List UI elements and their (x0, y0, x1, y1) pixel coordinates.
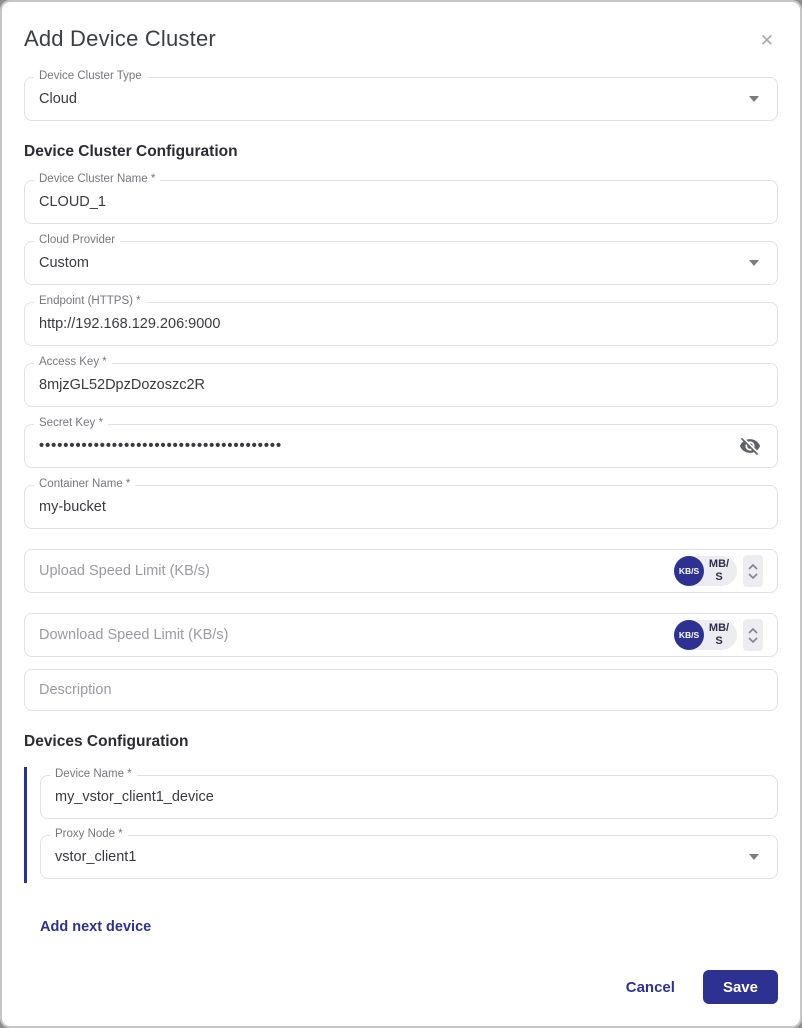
download-speed-input[interactable] (39, 627, 674, 643)
upload-speed-field: KB/S MB/S (24, 549, 778, 593)
device-cluster-name-field: Device Cluster Name * (24, 173, 778, 224)
cloud-provider-value: Custom (39, 255, 89, 271)
container-name-input[interactable] (39, 499, 763, 515)
chevron-up-icon (748, 627, 758, 634)
close-icon[interactable]: ✕ (756, 28, 778, 53)
endpoint-field: Endpoint (HTTPS) * (24, 295, 778, 346)
download-speed-field: KB/S MB/S (24, 613, 778, 657)
access-key-label: Access Key * (34, 356, 112, 368)
chevron-down-icon (749, 96, 759, 102)
add-next-device-button[interactable]: Add next device (40, 919, 151, 935)
unit-kbs-selected[interactable]: KB/S (674, 620, 704, 650)
upload-unit-toggle[interactable]: KB/S MB/S (674, 556, 737, 586)
device-cluster-type-value: Cloud (39, 91, 77, 107)
container-name-field: Container Name * (24, 478, 778, 529)
proxy-node-select[interactable]: Proxy Node * vstor_client1 (40, 828, 778, 879)
device-group: Device Name * Proxy Node * vstor_client1 (24, 767, 778, 883)
unit-kbs-selected[interactable]: KB/S (674, 556, 704, 586)
device-name-label: Device Name * (50, 768, 137, 780)
access-key-input[interactable] (39, 377, 763, 393)
chevron-down-icon (748, 572, 758, 579)
description-field (24, 669, 778, 711)
add-device-cluster-dialog: Add Device Cluster ✕ Device Cluster Type… (0, 0, 802, 1028)
endpoint-label: Endpoint (HTTPS) * (34, 295, 146, 307)
device-cluster-name-label: Device Cluster Name * (34, 173, 161, 185)
devices-configuration-heading: Devices Configuration (24, 733, 189, 750)
eye-off-icon[interactable] (737, 433, 763, 459)
cluster-configuration-heading: Device Cluster Configuration (24, 143, 238, 160)
upload-speed-input[interactable] (39, 563, 674, 579)
description-input[interactable] (39, 682, 763, 698)
access-key-field: Access Key * (24, 356, 778, 407)
unit-mbs-option[interactable]: MB/S (706, 622, 732, 647)
cancel-button[interactable]: Cancel (626, 979, 675, 996)
device-cluster-type-label: Device Cluster Type (34, 70, 147, 82)
chevron-down-icon (749, 854, 759, 860)
device-name-field: Device Name * (40, 768, 778, 819)
download-speed-stepper[interactable] (743, 619, 763, 651)
container-name-label: Container Name * (34, 478, 136, 490)
chevron-up-icon (748, 563, 758, 570)
cloud-provider-label: Cloud Provider (34, 234, 121, 246)
secret-key-label: Secret Key * (34, 417, 108, 429)
cloud-provider-select[interactable]: Cloud Provider Custom (24, 234, 778, 285)
upload-speed-stepper[interactable] (743, 555, 763, 587)
chevron-down-icon (749, 260, 759, 266)
device-name-input[interactable] (55, 789, 763, 805)
device-cluster-type-select[interactable]: Device Cluster Type Cloud (24, 70, 778, 121)
save-button[interactable]: Save (702, 970, 778, 1004)
device-cluster-name-input[interactable] (39, 194, 763, 210)
proxy-node-value: vstor_client1 (55, 849, 137, 865)
page-title: Add Device Cluster (24, 26, 216, 51)
secret-key-input[interactable] (39, 438, 737, 454)
download-unit-toggle[interactable]: KB/S MB/S (674, 620, 737, 650)
dialog-footer: Cancel Save (626, 970, 778, 1004)
secret-key-field: Secret Key * (24, 417, 778, 468)
endpoint-input[interactable] (39, 316, 763, 332)
proxy-node-label: Proxy Node * (50, 828, 128, 840)
unit-mbs-option[interactable]: MB/S (706, 558, 732, 583)
dialog-header: Add Device Cluster ✕ (24, 2, 778, 53)
chevron-down-icon (748, 636, 758, 643)
